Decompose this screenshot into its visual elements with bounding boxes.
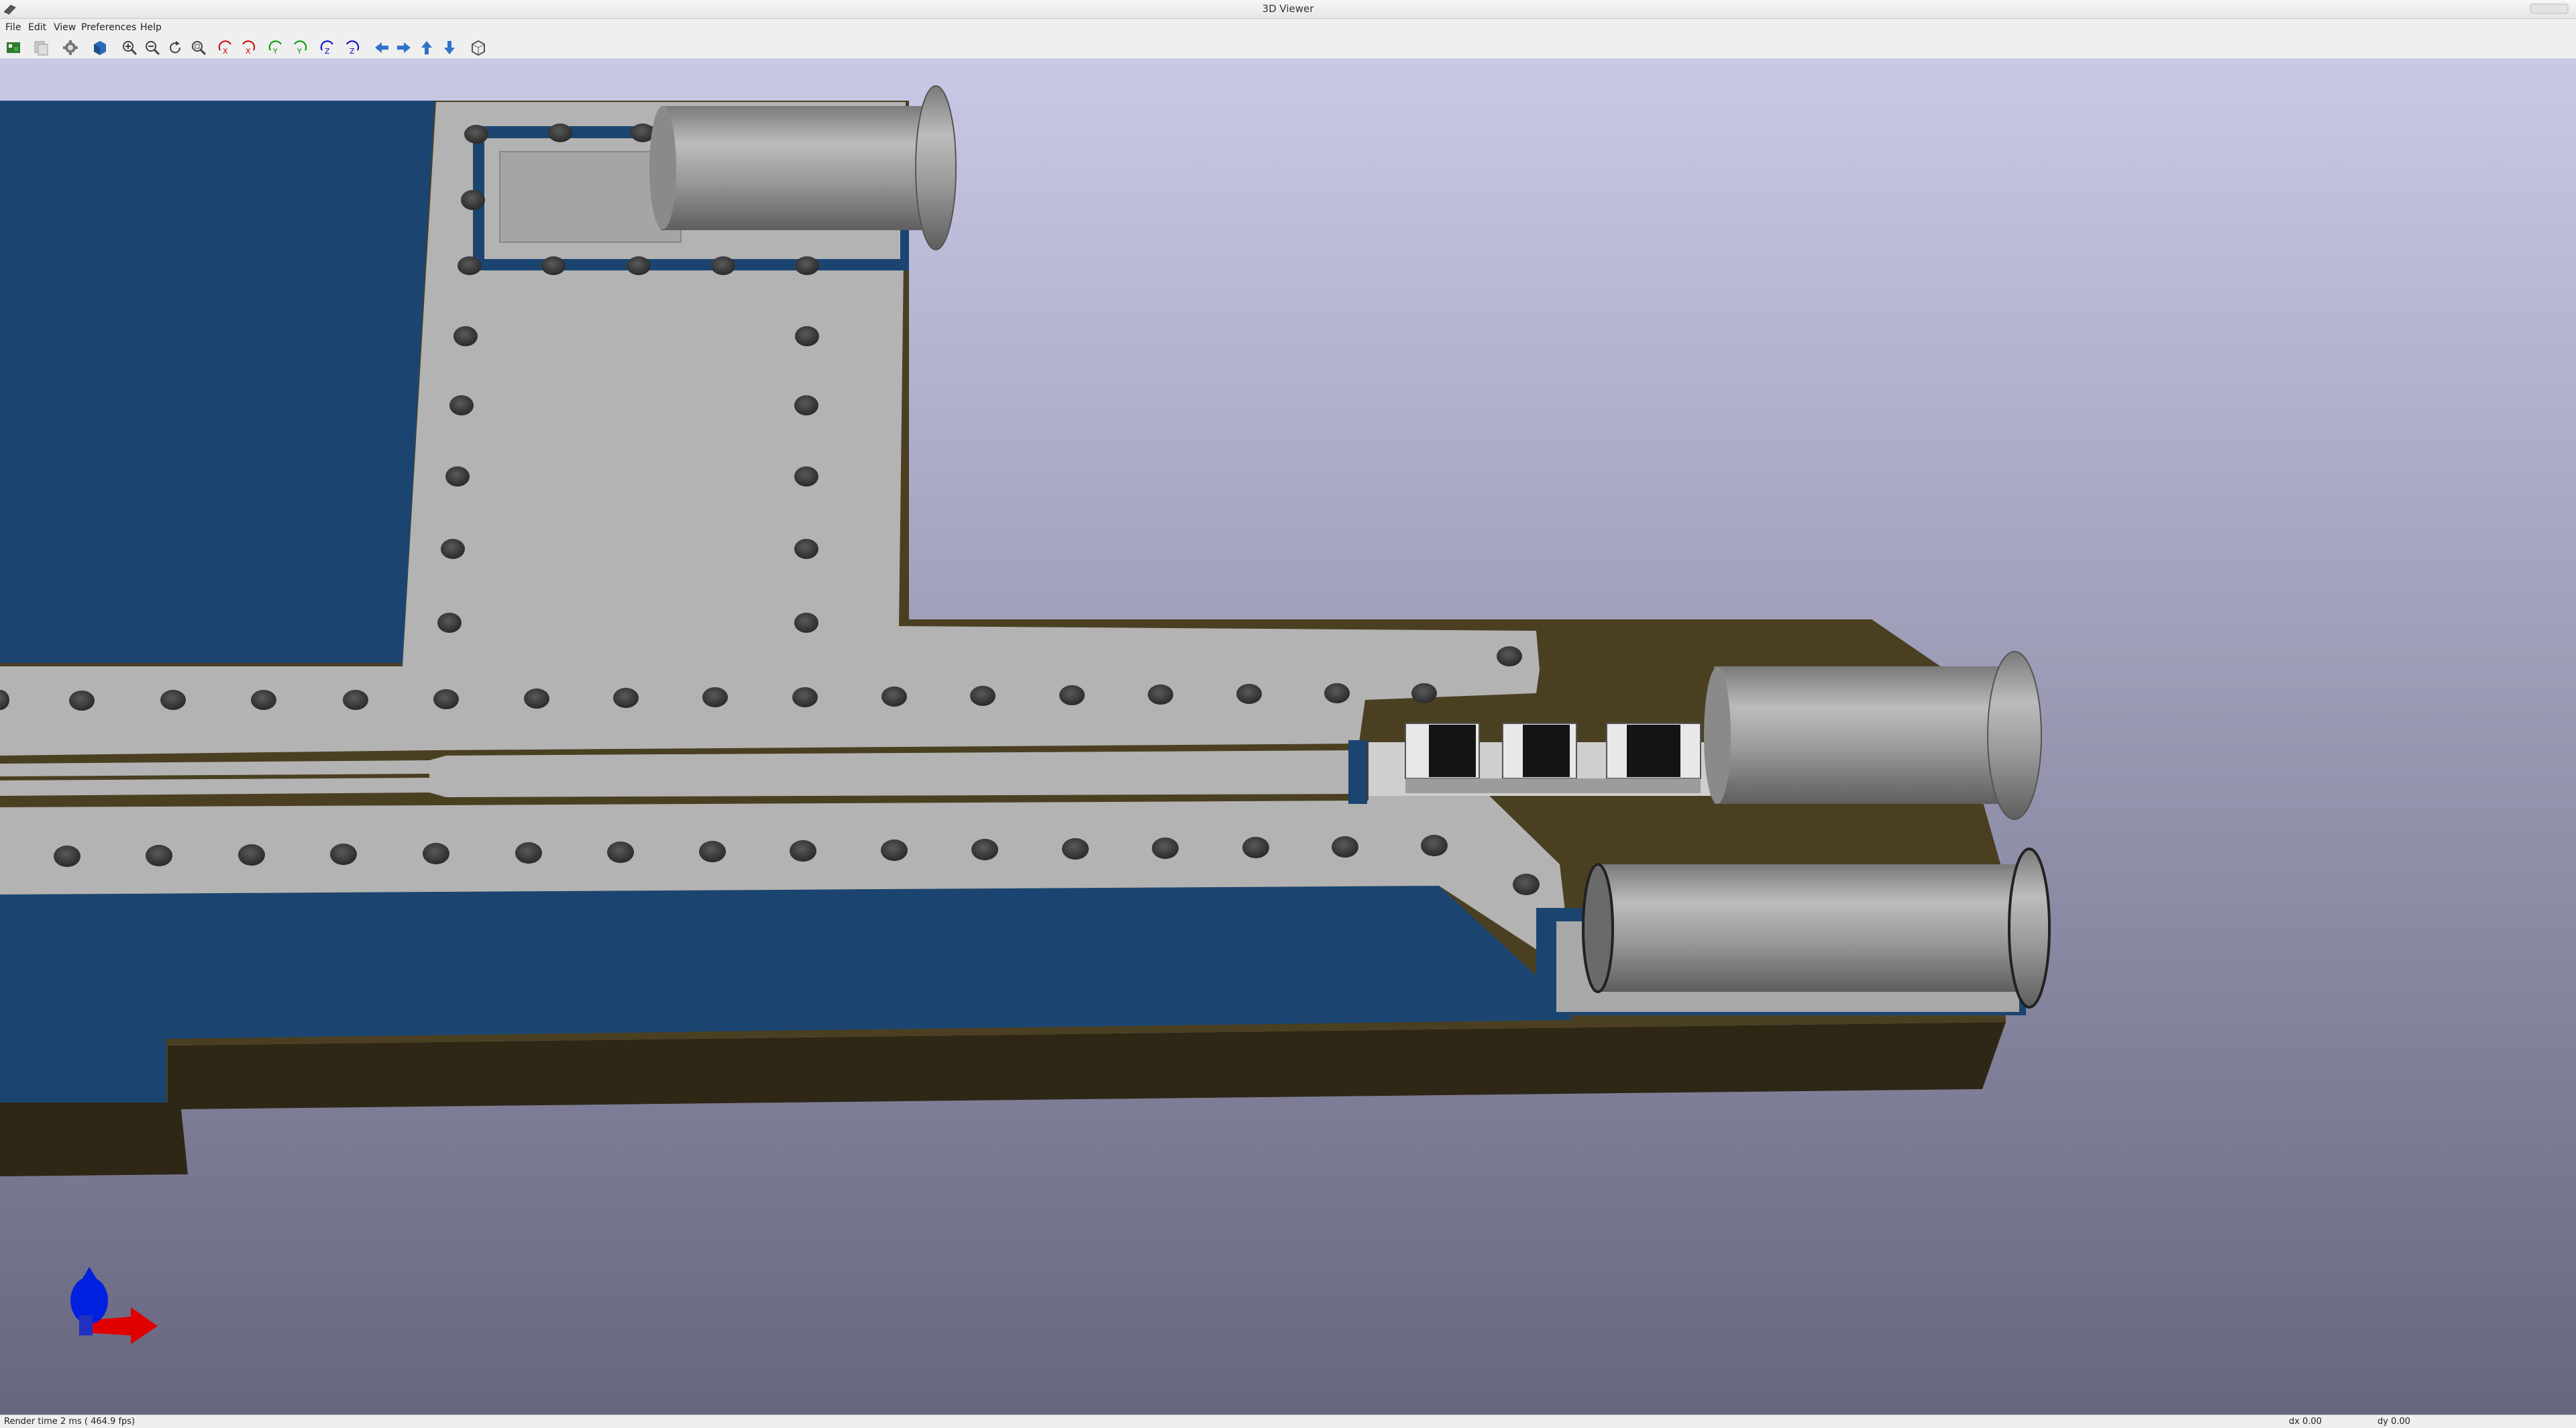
dx-readout: dx 0.00 [2289,1417,2322,1427]
svg-text:Y: Y [272,47,278,56]
raytrace-icon[interactable] [91,39,109,56]
zoom-out-icon[interactable] [144,39,161,56]
soldermask-top-left [0,101,435,663]
window-title: 3D Viewer [1262,3,1314,15]
window-close-icon[interactable] [2529,2,2571,15]
rotate-y-ccw-icon[interactable]: Y [290,39,308,56]
render-options-icon[interactable] [62,39,79,56]
rf-connector-right-lower [1536,848,2051,1015]
rf-connector-right-upper [1704,651,2042,820]
toolbar: X X Y Y Z Z [0,36,2576,59]
menu-preferences[interactable]: Preferences [78,22,139,33]
pan-down-icon[interactable] [441,39,458,56]
status-bar: Render time 2 ms ( 464.9 fps) dx 0.00 dy… [0,1415,2576,1428]
svg-text:Y: Y [297,47,302,56]
svg-text:Z: Z [325,47,330,56]
rotate-x-cw-icon[interactable]: X [217,39,235,56]
menu-file[interactable]: File [3,22,23,33]
pan-left-icon[interactable] [373,39,390,56]
pan-up-icon[interactable] [418,39,435,56]
rotate-y-cw-icon[interactable]: Y [268,39,285,56]
zoom-fit-icon[interactable] [190,39,207,56]
3d-viewport[interactable] [0,59,2576,1415]
render-time-label: Render time 2 ms ( 464.9 fps) [4,1417,136,1427]
title-bar: 3D Viewer [0,0,2576,19]
zoom-in-icon[interactable] [121,39,138,56]
rotate-z-ccw-icon[interactable]: Z [343,39,360,56]
menu-view[interactable]: View [51,22,78,33]
rf-connector-top [649,85,957,250]
rotate-z-cw-icon[interactable]: Z [319,39,337,56]
reload-board-icon[interactable] [5,39,22,56]
svg-text:X: X [223,47,228,56]
menu-help[interactable]: Help [138,22,164,33]
board-render[interactable] [0,59,2576,1415]
pan-right-icon[interactable] [395,39,413,56]
menu-edit[interactable]: Edit [25,22,49,33]
svg-text:Z: Z [350,47,355,56]
ortho-toggle-icon[interactable] [470,39,487,56]
dy-readout: dy 0.00 [2377,1417,2411,1427]
copy-image-icon[interactable] [32,39,50,56]
rotate-x-ccw-icon[interactable]: X [239,39,256,56]
svg-text:X: X [246,47,251,56]
menu-bar: File Edit View Preferences Help [0,19,2576,36]
redraw-icon[interactable] [166,39,184,56]
